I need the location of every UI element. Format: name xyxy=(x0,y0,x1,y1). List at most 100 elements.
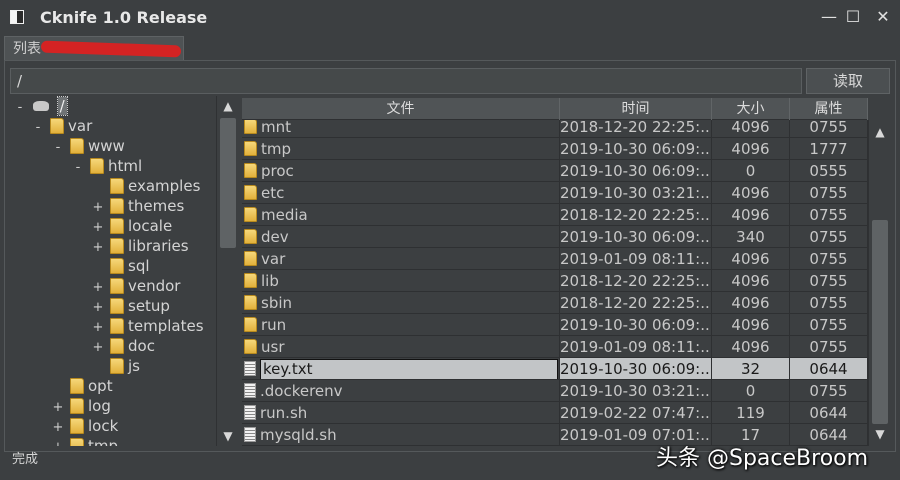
expand-icon[interactable]: + xyxy=(52,438,64,446)
tree-item[interactable]: examples xyxy=(92,176,200,196)
expand-icon[interactable]: + xyxy=(92,338,104,358)
path-input[interactable] xyxy=(10,68,802,94)
table-scrollbar[interactable]: ▲ ▼ xyxy=(868,120,890,446)
tree-item[interactable]: opt xyxy=(52,376,113,396)
tree-item[interactable]: - www xyxy=(52,136,125,156)
tree-item[interactable]: - var xyxy=(32,116,93,138)
cell-name[interactable]: run xyxy=(242,314,560,335)
collapse-icon[interactable]: - xyxy=(14,98,26,118)
table-row[interactable]: mnt 2018-12-20 22:25:... 4096 0755 xyxy=(242,120,868,138)
drive-icon xyxy=(32,101,49,111)
folder-icon xyxy=(90,158,104,174)
table-row[interactable]: sbin 2018-12-20 22:25:... 4096 0755 xyxy=(242,292,868,314)
column-header-attr[interactable]: 属性 xyxy=(790,98,868,120)
cell-time: 2019-10-30 06:09:... xyxy=(560,160,712,181)
expand-icon[interactable]: + xyxy=(92,198,104,218)
cell-name[interactable]: mnt xyxy=(242,120,560,137)
cell-attr: 0755 xyxy=(790,270,868,291)
folder-icon xyxy=(70,418,84,434)
folder-icon xyxy=(110,198,124,214)
folder-icon xyxy=(244,295,257,310)
tree-scroll-thumb[interactable] xyxy=(220,118,236,248)
cell-name[interactable]: media xyxy=(242,204,560,225)
cell-name[interactable]: usr xyxy=(242,336,560,357)
file-name: mysqld.sh xyxy=(260,426,337,444)
expand-icon[interactable]: + xyxy=(92,238,104,258)
table-row[interactable]: proc 2019-10-30 06:09:... 0 0555 xyxy=(242,160,868,182)
tree-root-label: / xyxy=(56,96,68,116)
cell-name[interactable]: run.sh xyxy=(242,402,560,423)
table-row[interactable]: lib 2018-12-20 22:25:... 4096 0755 xyxy=(242,270,868,292)
tree-item-label: locale xyxy=(128,217,173,235)
tree-root[interactable]: - / xyxy=(14,96,68,118)
scroll-up-icon[interactable]: ▲ xyxy=(869,122,891,142)
tree-item[interactable]: + doc xyxy=(92,336,155,356)
cell-name[interactable]: proc xyxy=(242,160,560,181)
expand-icon[interactable]: + xyxy=(92,298,104,318)
cell-time: 2018-12-20 22:25:... xyxy=(560,270,712,291)
tree-item[interactable]: + lock xyxy=(52,416,119,438)
collapse-icon[interactable]: - xyxy=(52,138,64,158)
table-row[interactable]: run.sh 2019-02-22 07:47:... 119 0644 xyxy=(242,402,868,424)
tree-scrollbar[interactable]: ▲ ▼ xyxy=(216,96,238,446)
tree-item[interactable]: + locale xyxy=(92,216,173,238)
cell-name[interactable]: var xyxy=(242,248,560,269)
table-scroll-thumb[interactable] xyxy=(872,220,888,424)
expand-icon[interactable]: + xyxy=(92,318,104,338)
tree-item[interactable]: js xyxy=(92,356,140,376)
table-row[interactable]: media 2018-12-20 22:25:... 4096 0755 xyxy=(242,204,868,226)
cell-name[interactable]: .dockerenv xyxy=(242,380,560,401)
file-name: key.txt xyxy=(260,359,558,379)
tree-item[interactable]: + log xyxy=(52,396,111,416)
table-row[interactable]: etc 2019-10-30 03:21:... 4096 0755 xyxy=(242,182,868,204)
app-icon xyxy=(10,10,24,24)
file-name: run.sh xyxy=(260,404,308,422)
column-header-size[interactable]: 大小 xyxy=(712,98,790,120)
file-name: mnt xyxy=(261,120,291,136)
column-header-time[interactable]: 时间 xyxy=(560,98,712,120)
cell-size: 119 xyxy=(712,402,790,423)
table-row[interactable]: key.txt 2019-10-30 06:09:... 32 0644 xyxy=(242,358,868,380)
table-row[interactable]: .dockerenv 2019-10-30 03:21:... 0 0755 xyxy=(242,380,868,402)
cell-size: 4096 xyxy=(712,292,790,313)
minimize-button[interactable]: — xyxy=(818,6,840,28)
cell-size: 4096 xyxy=(712,204,790,225)
tree-item[interactable]: + templates xyxy=(92,316,204,336)
expand-icon[interactable]: + xyxy=(52,418,64,438)
tree-item[interactable]: + tmp xyxy=(52,436,118,446)
cell-name[interactable]: tmp xyxy=(242,138,560,159)
tree-item-label: themes xyxy=(128,197,185,215)
table-row[interactable]: dev 2019-10-30 06:09:... 340 0755 xyxy=(242,226,868,248)
expand-icon[interactable]: + xyxy=(52,398,64,418)
tree-item[interactable]: + vendor xyxy=(92,276,181,298)
column-header-name[interactable]: 文件 xyxy=(242,98,560,120)
cell-name[interactable]: lib xyxy=(242,270,560,291)
close-button[interactable]: ✕ xyxy=(872,6,894,28)
tree-item-label: log xyxy=(88,397,111,415)
scroll-down-icon[interactable]: ▼ xyxy=(217,426,239,446)
collapse-icon[interactable]: - xyxy=(72,158,84,178)
scroll-up-icon[interactable]: ▲ xyxy=(217,96,239,116)
table-body: mnt 2018-12-20 22:25:... 4096 0755 tmp 2019-1… xyxy=(242,120,868,446)
cell-name[interactable]: mysqld.sh xyxy=(242,424,560,445)
read-button[interactable]: 读取 xyxy=(806,68,890,94)
tree-item[interactable]: + libraries xyxy=(92,236,189,256)
collapse-icon[interactable]: - xyxy=(32,118,44,138)
table-row[interactable]: usr 2019-01-09 08:11:... 4096 0755 xyxy=(242,336,868,358)
maximize-button[interactable]: ☐ xyxy=(842,6,864,28)
cell-name[interactable]: key.txt xyxy=(242,358,560,379)
tree-item[interactable]: + setup xyxy=(92,296,170,316)
tree-item[interactable]: + themes xyxy=(92,196,185,218)
expand-icon[interactable]: + xyxy=(92,278,104,298)
table-row[interactable]: var 2019-01-09 08:11:... 4096 0755 xyxy=(242,248,868,270)
cell-name[interactable]: etc xyxy=(242,182,560,203)
tab-file-list[interactable]: 列表 xyxy=(4,36,184,60)
expand-icon[interactable]: + xyxy=(92,218,104,238)
table-row[interactable]: run 2019-10-30 06:09:... 4096 0755 xyxy=(242,314,868,336)
tree-item[interactable]: - html xyxy=(72,156,143,178)
table-row[interactable]: tmp 2019-10-30 06:09:... 4096 1777 xyxy=(242,138,868,160)
tree-item[interactable]: sql xyxy=(92,256,150,276)
cell-name[interactable]: dev xyxy=(242,226,560,247)
scroll-down-icon[interactable]: ▼ xyxy=(869,424,891,444)
cell-name[interactable]: sbin xyxy=(242,292,560,313)
